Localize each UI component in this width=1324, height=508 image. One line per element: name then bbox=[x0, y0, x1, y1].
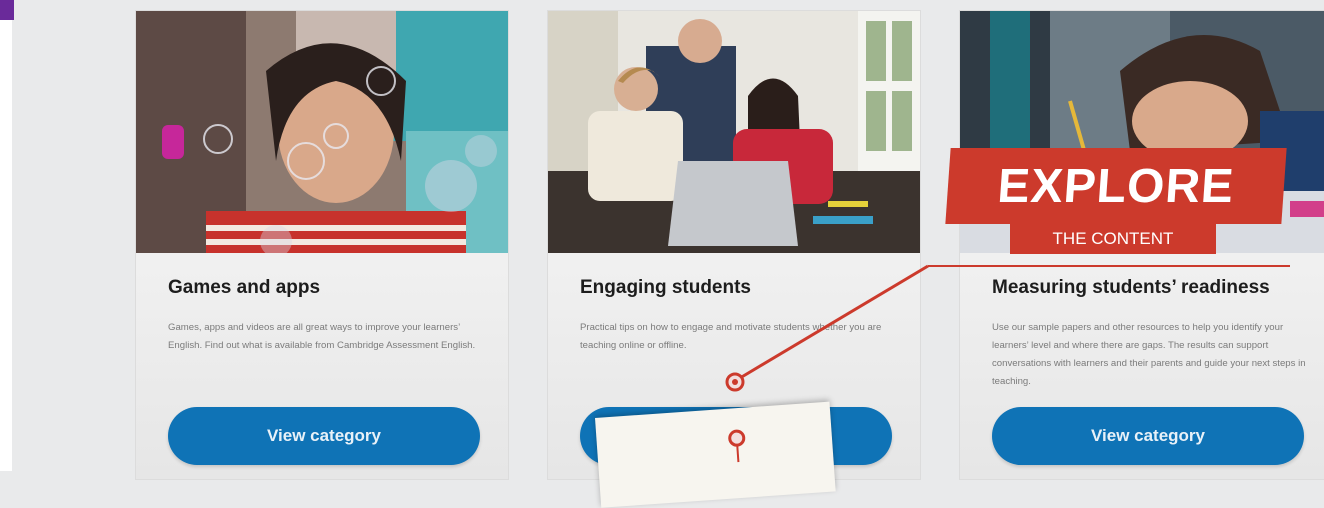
left-strip bbox=[0, 20, 12, 471]
paper-note-overlay bbox=[595, 401, 836, 508]
card-title: Engaging students bbox=[580, 277, 751, 298]
view-category-button[interactable]: View category bbox=[168, 407, 480, 465]
explore-headline: EXPLORE bbox=[945, 148, 1287, 224]
card-image-girl-bubbles bbox=[136, 11, 508, 253]
card-image-students-laptop bbox=[548, 11, 920, 253]
category-card-games: Games and apps Games, apps and videos ar… bbox=[135, 10, 509, 480]
explore-subline: THE CONTENT bbox=[1010, 224, 1216, 254]
corner-tag bbox=[0, 0, 14, 20]
card-title: Games and apps bbox=[168, 277, 321, 298]
card-description: Practical tips on how to engage and moti… bbox=[580, 322, 882, 351]
card-title: Measuring students’ readiness bbox=[992, 277, 1270, 298]
card-description: Use our sample papers and other resource… bbox=[992, 322, 1306, 387]
explore-overlay: EXPLORE THE CONTENT bbox=[945, 148, 1287, 258]
pin-icon bbox=[728, 429, 746, 463]
card-description: Games, apps and videos are all great way… bbox=[168, 322, 476, 351]
view-category-button[interactable]: View category bbox=[992, 407, 1304, 465]
